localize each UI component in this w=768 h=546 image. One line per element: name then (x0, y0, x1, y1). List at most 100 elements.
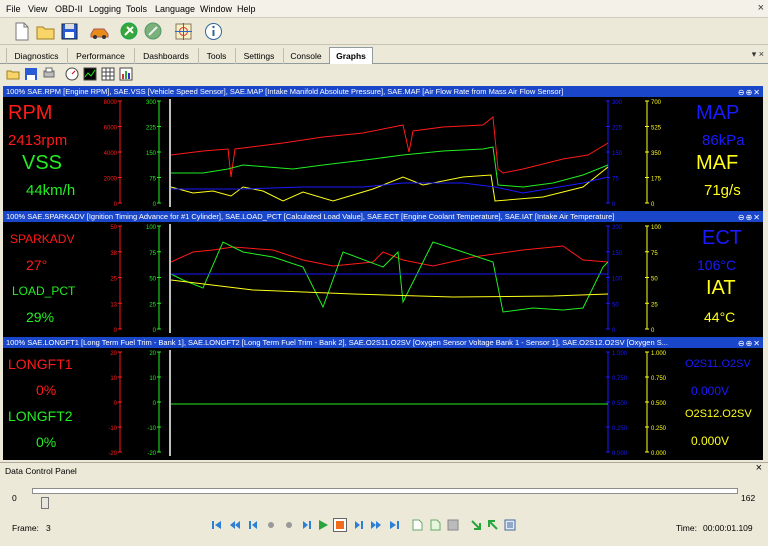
graph-view-icon[interactable] (83, 67, 97, 81)
tab-dashboards[interactable]: Dashboards (134, 48, 197, 64)
menu-obd[interactable]: OBD-II (55, 4, 83, 14)
log-settings-icon[interactable] (504, 519, 516, 531)
axis-tick-label: -10 (147, 426, 156, 432)
axis-tick-label: 25 (149, 302, 156, 308)
loadpct-trace (170, 241, 609, 313)
table-view-icon[interactable] (101, 67, 115, 81)
longft2-label: LONGFT2 (8, 408, 73, 424)
axis-tick-label: 100 (651, 225, 662, 231)
axis-tick-label: 0 (612, 202, 616, 208)
tab-performance[interactable]: Performance (67, 48, 133, 64)
sparkadv-value: 27° (26, 257, 48, 273)
map-value: 86kPa (702, 132, 745, 149)
rewind-icon[interactable] (229, 519, 241, 531)
import-icon[interactable] (470, 519, 482, 531)
play-icon[interactable] (317, 519, 329, 531)
step-forward-icon[interactable] (301, 519, 313, 531)
panel-3-controls[interactable]: ⊖⊕✕ (738, 338, 761, 348)
axis-tick-label: 25 (651, 302, 658, 308)
axis-tick-label: 4000 (104, 151, 118, 157)
slider-min: 0 (12, 493, 17, 503)
tab-diagnostics[interactable]: Diagnostics (6, 48, 66, 64)
tab-console[interactable]: Console (283, 48, 328, 64)
tab-bar: Diagnostics Performance Dashboards Tools… (0, 45, 768, 65)
menu-help[interactable]: Help (237, 4, 256, 14)
stop-button[interactable] (333, 518, 347, 532)
axis-tick-label: 525 (651, 126, 662, 132)
rpm-label: RPM (8, 102, 53, 124)
axis-tick-label: 0.250 (612, 426, 628, 432)
axis-tick-label: -20 (147, 451, 156, 457)
close-icon[interactable]: × (756, 462, 762, 474)
menu-language[interactable]: Language (155, 4, 195, 14)
tab-graphs[interactable]: Graphs (329, 47, 373, 65)
o2s11-value: 0.000V (691, 384, 730, 398)
axis-tick-label: 10 (149, 376, 156, 382)
axis-tick-label: 50 (612, 302, 619, 308)
axis-tick-label: 6000 (104, 126, 118, 132)
fast-forward-icon[interactable] (370, 519, 382, 531)
axis-tick-label: 0 (153, 328, 157, 334)
last-frame-icon[interactable] (388, 519, 400, 531)
tab-settings[interactable]: Settings (235, 48, 282, 64)
car-icon[interactable] (89, 21, 110, 42)
step-forward-icon[interactable] (353, 519, 365, 531)
axis-tick-label: 0.000 (651, 451, 667, 457)
first-frame-icon[interactable] (211, 519, 223, 531)
vss-trace (171, 146, 609, 188)
axis-tick-label: -10 (108, 426, 117, 432)
frame-label: Frame: (12, 523, 39, 533)
axis-tick-label: 38 (110, 251, 117, 257)
frame-slider[interactable] (32, 488, 738, 494)
axis-tick-label: 50 (149, 277, 156, 283)
tab-tools[interactable]: Tools (198, 48, 234, 64)
print-icon[interactable] (42, 67, 56, 81)
step-back-icon[interactable] (247, 519, 259, 531)
axis-tick-label: 0 (612, 328, 616, 334)
axis-tick-label: 100 (146, 225, 157, 231)
axis-tick-label: 0 (114, 328, 118, 334)
menu-file[interactable]: File (6, 4, 21, 14)
export-icon[interactable] (487, 519, 499, 531)
record-dot-icon[interactable] (283, 519, 295, 531)
open-folder-icon[interactable] (6, 67, 20, 81)
connect-icon[interactable] (119, 21, 140, 42)
menu-view[interactable]: View (28, 4, 47, 14)
axis-tick-label: 350 (651, 151, 662, 157)
new-file-icon[interactable] (11, 21, 32, 42)
iat-value: 44°C (704, 309, 736, 325)
disconnect-icon[interactable] (143, 21, 164, 42)
open-log-icon[interactable] (429, 519, 441, 531)
tab-controls[interactable]: ▾ × (752, 49, 764, 60)
sparkadv-label: SPARKADV (10, 232, 75, 246)
save-icon[interactable] (59, 21, 80, 42)
panel-1-controls[interactable]: ⊖⊕✕ (738, 87, 761, 97)
stop-dot-icon[interactable] (265, 519, 277, 531)
new-log-icon[interactable] (411, 519, 423, 531)
panel-1-header: 100% SAE.RPM [Engine RPM], SAE.VSS [Vehi… (3, 86, 763, 97)
save-icon[interactable] (24, 67, 38, 81)
graph-canvas: 8000600040002000030022515075030022515075… (104, 99, 667, 457)
info-icon[interactable] (203, 21, 224, 42)
crosshair-icon[interactable] (173, 21, 194, 42)
slider-thumb[interactable] (41, 497, 50, 509)
panel-2-controls[interactable]: ⊖⊕✕ (738, 212, 761, 222)
close-icon[interactable]: × (758, 2, 764, 14)
axis-tick-label: 0.000 (612, 451, 628, 457)
vss-label: VSS (22, 152, 63, 174)
menu-window[interactable]: Window (200, 4, 232, 14)
data-control-panel: 0 162 Frame: 3 Time: 00:00:01.109 (0, 478, 768, 546)
gauge-icon[interactable] (65, 67, 79, 81)
save-log-icon[interactable] (447, 519, 459, 531)
longft2-value: 0% (36, 434, 57, 450)
panel-2-title: 100% SAE.SPARKADV [Ignition Timing Advan… (6, 212, 615, 221)
axis-tick-label: 75 (651, 251, 658, 257)
menu-logging[interactable]: Logging (89, 4, 121, 14)
open-folder-icon[interactable] (35, 21, 56, 42)
frame-value: 3 (46, 523, 51, 533)
axis-tick-label: 10 (110, 376, 117, 382)
o2s11-label: O2S11.O2SV (685, 358, 751, 370)
axis-tick-label: 0 (651, 202, 655, 208)
menu-tools[interactable]: Tools (126, 4, 147, 14)
chart-settings-icon[interactable] (119, 67, 133, 81)
